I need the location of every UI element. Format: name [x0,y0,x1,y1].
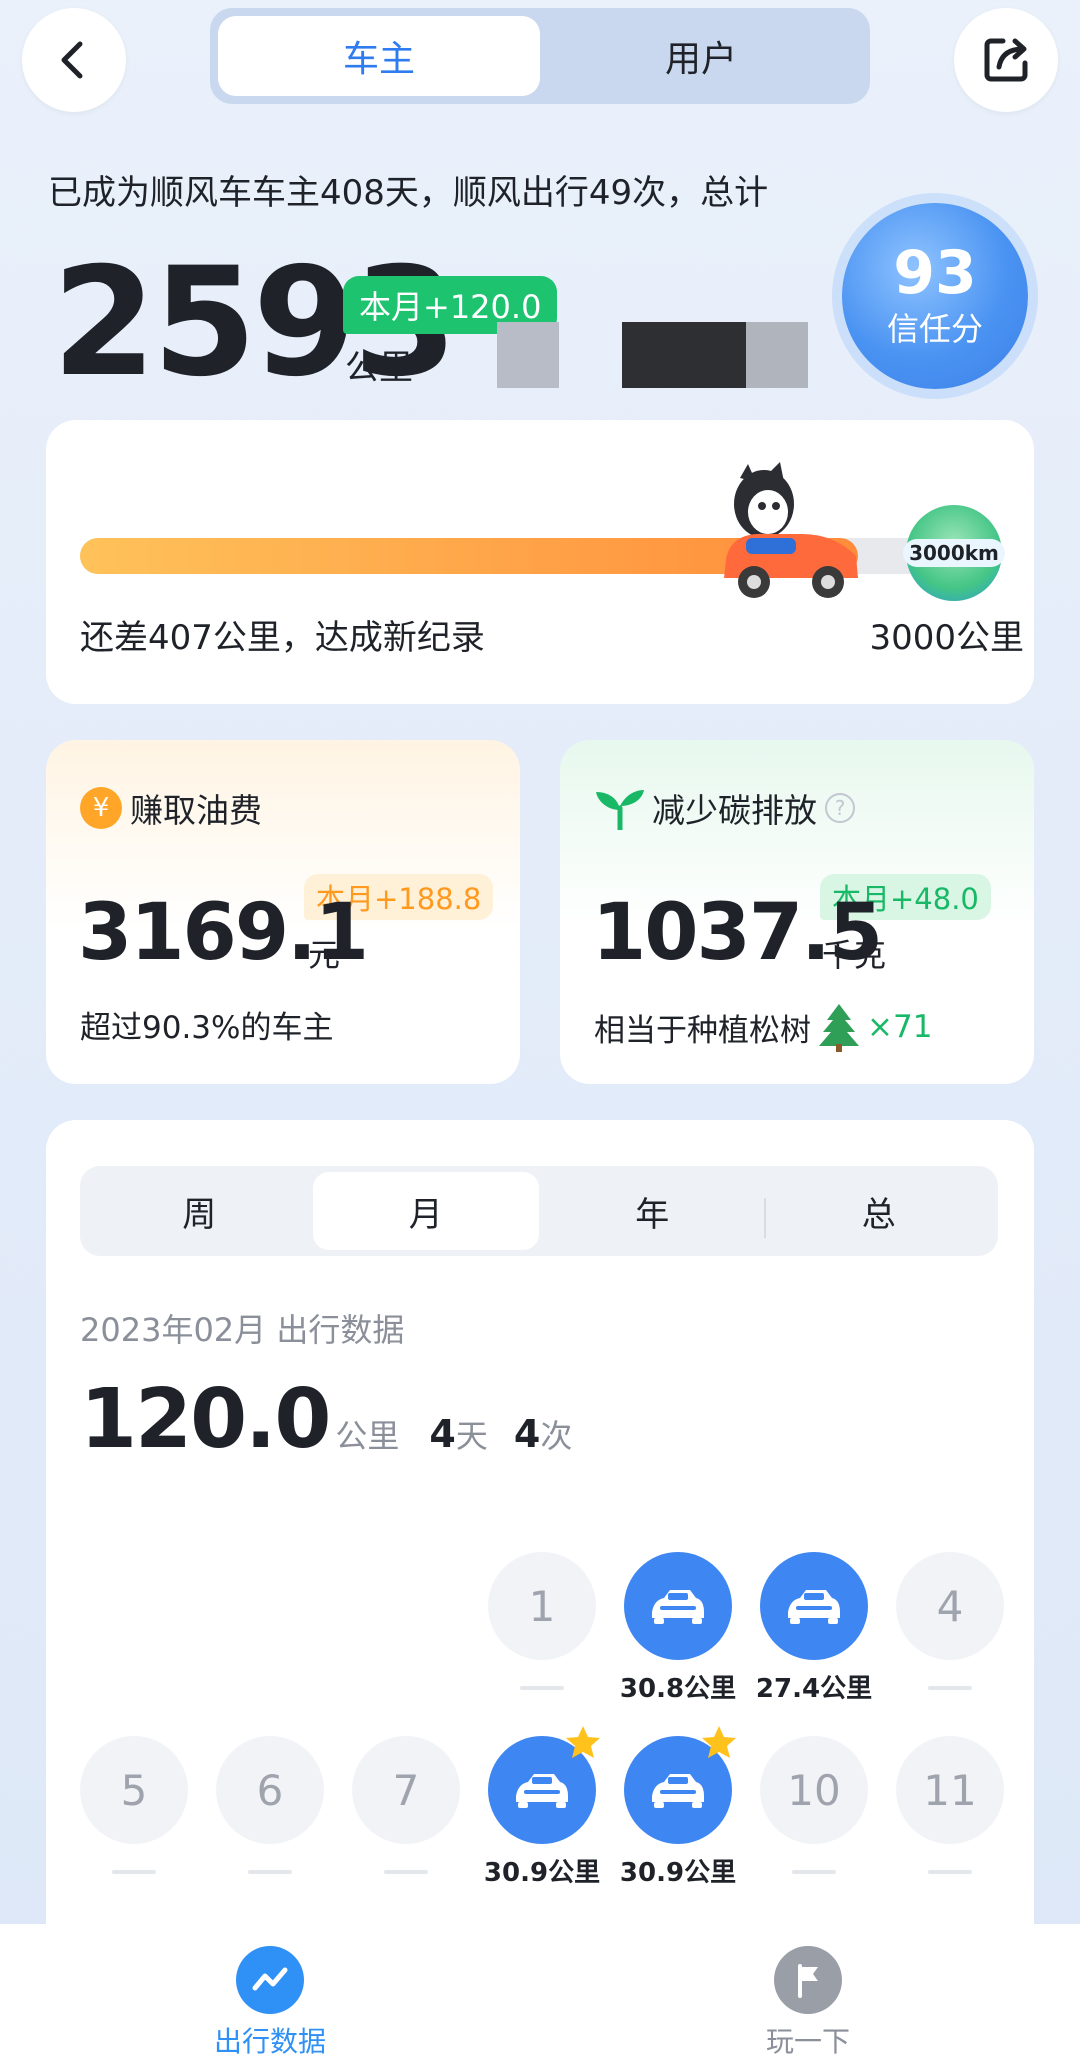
period-total[interactable]: 总 [766,1172,993,1250]
tab-play-label: 玩一下 [765,2025,850,2058]
calendar-day[interactable]: 5 [80,1736,188,1874]
stats-date-label: 2023年02月 出行数据 [80,1311,405,1349]
stats-distance-unit: 公里 [335,1417,400,1455]
calendar-day-number: 6 [216,1736,324,1844]
period-month[interactable]: 月 [312,1172,539,1250]
car-icon [624,1552,732,1660]
tree-count: ×71 [867,1009,933,1045]
calendar-day-distance: 30.8公里 [619,1674,737,1704]
period-week[interactable]: 周 [86,1172,313,1250]
calendar-day-empty-mark [248,1870,292,1874]
fuel-rank-text: 超过90.3%的车主 [80,1010,334,1046]
chevron-left-icon [61,41,83,79]
stats-summary: 120.0 公里 4 天 4 次 [80,1372,598,1467]
carbon-equivalent-text: 相当于种植松树 ×71 [594,1002,932,1052]
back-button[interactable] [22,8,126,112]
trust-score-label: 信任分 [886,310,983,348]
calendar-day-number: 11 [896,1736,1004,1844]
share-button[interactable] [954,8,1058,112]
period-year[interactable]: 年 [539,1172,766,1250]
redacted-block [497,322,559,388]
calendar-day-number: 1 [488,1552,596,1660]
bottom-tab-bar: 出行数据 玩一下 [0,1924,1080,2064]
carbon-unit: 千克 [822,936,887,974]
stats-distance: 120.0 [80,1372,331,1467]
tab-trip-data[interactable]: 出行数据 [170,1946,370,2060]
calendar-day-distance: 27.4公里 [755,1674,873,1704]
calendar-day[interactable]: 10 [760,1736,868,1874]
car-icon [488,1726,600,1844]
stats-trips: 4 [513,1412,541,1456]
calendar-day[interactable]: 30.8公里 [620,1552,736,1705]
tab-owner[interactable]: 车主 [218,16,540,96]
calendar-day-empty-mark [112,1870,156,1874]
calendar-day-distance: 30.9公里 [483,1858,601,1888]
calendar-day[interactable]: 27.4公里 [756,1552,872,1705]
stats-days: 4 [429,1412,456,1456]
goal-globe-icon: 3000km [903,505,1005,601]
calendar-day[interactable]: 4 [896,1552,1004,1690]
calendar-day-number: 7 [352,1736,460,1844]
yen-icon: ¥ [80,787,122,829]
goal-badge: 3000km [903,539,1005,567]
calendar-day-distance: 30.9公里 [619,1858,737,1888]
goal-distance-text: 3000公里 [869,618,1024,658]
fuel-unit: 元 [308,936,341,974]
trust-score-value: 93 [893,238,977,308]
calendar-day-empty-mark [928,1686,972,1690]
calendar-day-empty-mark [384,1870,428,1874]
calendar-day[interactable]: 11 [896,1736,1004,1874]
trust-score-badge[interactable]: 93 信任分 [842,203,1028,389]
remaining-distance-text: 还差407公里，达成新纪录 [80,618,485,658]
stats-trips-unit: 次 [540,1417,573,1455]
tab-user[interactable]: 用户 [540,16,862,96]
fuel-earnings-card[interactable]: ¥ 赚取油费 本月+188.8 3169.1 元 超过90.3%的车主 [46,740,520,1084]
calendar-day[interactable]: 30.9公里 [620,1726,736,1889]
fuel-title: 赚取油费 [130,791,262,830]
stats-days-unit: 天 [455,1417,488,1455]
car-icon [624,1726,736,1844]
calendar-day[interactable]: 30.9公里 [484,1726,600,1889]
calendar-day[interactable]: 7 [352,1736,460,1874]
trend-icon [236,1946,304,2014]
pine-tree-icon [819,1004,859,1052]
redacted-block [622,322,746,388]
calendar-day[interactable]: 6 [216,1736,324,1874]
redacted-block [746,322,808,388]
trip-stats-card: 周 月 年 总 2023年02月 出行数据 120.0 公里 4 天 4 次 1… [46,1120,1034,2064]
role-switch: 车主 用户 [210,8,870,104]
calendar-day-empty-mark [792,1870,836,1874]
tab-play[interactable]: 玩一下 [708,1946,908,2060]
carbon-title: 减少碳排放 [652,791,817,830]
car-icon [760,1552,868,1660]
tab-trip-data-label: 出行数据 [213,2025,326,2058]
help-icon[interactable]: ? [825,793,855,823]
calendar-day[interactable]: 1 [488,1552,596,1690]
calendar-day-empty-mark [520,1686,564,1690]
share-icon [984,38,1028,82]
carbon-reduction-card[interactable]: 减少碳排放 ? 本月+48.0 1037.5 千克 相当于种植松树 ×71 [560,740,1034,1084]
distance-progress-card: 3000km 还差407公里，达成新纪录 3000公里 [46,420,1034,704]
calendar-day-number: 4 [896,1552,1004,1660]
distance-unit: 公里 [345,348,413,388]
period-selector: 周 月 年 总 [80,1166,998,1256]
sprout-icon [596,790,644,830]
carbon-equivalent-label: 相当于种植松树 [594,1012,811,1049]
flag-icon [774,1946,842,2014]
car-mascot-icon [724,462,858,598]
calendar-day-empty-mark [928,1870,972,1874]
calendar-day-number: 10 [760,1736,868,1844]
owner-intro: 已成为顺风车车主408天，顺风出行49次，总计 [48,173,769,213]
calendar-day-number: 5 [80,1736,188,1844]
